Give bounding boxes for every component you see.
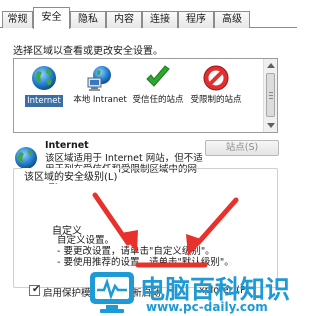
zone-internet[interactable]: Internet [16,61,72,129]
watermark-url: www.pc-daily.com [146,300,268,314]
checkmark-icon: ✔ [32,284,41,295]
protected-mode-checkbox[interactable]: ✔ [29,284,41,296]
checkmark-icon [146,65,170,87]
sites-button[interactable]: 站点(S) [205,140,279,156]
zone-list: Internet 本地 Intranet 受信任的站点 受限制的站点 [13,58,278,133]
tab-general[interactable]: 常规 [2,11,33,28]
tab-content[interactable]: 内容 [106,11,142,28]
tab-programs[interactable]: 程序 [178,11,214,28]
scroll-up-icon[interactable] [267,63,275,68]
restricted-icon [203,65,229,91]
zone-restricted[interactable]: 受限制的站点 [188,61,244,129]
security-level-line-1: 自定义设置。 [57,235,115,246]
security-level-line-3: - 要使用推荐的设置，请单击"默认级别"。 [57,257,234,268]
security-level-line-2: - 要更改设置，请单击"自定义级别"。 [57,246,215,257]
zone-trusted[interactable]: 受信任的站点 [130,61,186,129]
watermark: 电脑百科知识 www.pc-daily.com [88,268,297,316]
tab-privacy[interactable]: 隐私 [70,11,106,28]
tab-advanced[interactable]: 高级 [214,11,250,28]
monitor-logo-icon [90,272,134,313]
scroll-down-icon[interactable] [267,123,275,128]
zone-prompt: 选择区域以查看或更改安全设置。 [13,46,163,57]
intranet-icon [87,66,111,91]
zone-restricted-label: 受限制的站点 [190,95,242,105]
tab-security[interactable]: 安全 [33,7,70,29]
tab-bar: 常规 安全 隐私 内容 连接 程序 高级 [0,0,297,29]
zone-trusted-label: 受信任的站点 [132,95,184,105]
zone-internet-label: Internet [25,95,63,107]
zone-intranet[interactable]: 本地 Intranet [72,61,128,129]
zone-list-scrollbar[interactable] [263,59,277,132]
security-level-title: 该区域的安全级别(L) [22,168,120,183]
zone-intranet-label: 本地 Intranet [73,95,127,105]
scroll-thumb[interactable] [266,73,275,117]
tab-connections[interactable]: 连接 [142,11,178,28]
globe-icon [32,66,56,90]
selected-zone-name: Internet [45,140,89,151]
